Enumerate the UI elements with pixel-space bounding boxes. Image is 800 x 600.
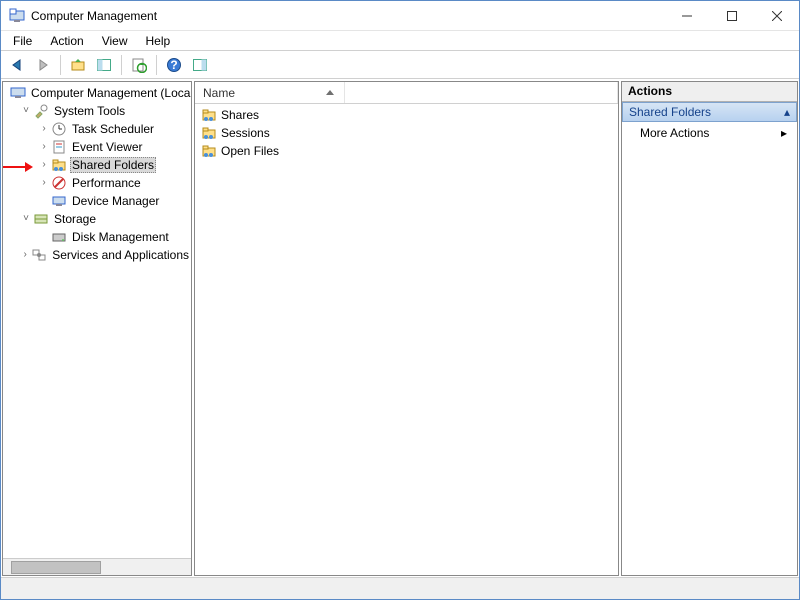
list-item-label: Shares [221, 108, 259, 122]
tree-label: Storage [52, 212, 98, 226]
list-body[interactable]: Shares Sessions Open Files [195, 104, 618, 575]
window-title: Computer Management [31, 9, 157, 23]
content-area: ▾ Computer Management (Local) ˅ System T… [1, 79, 799, 577]
expand-icon[interactable]: › [37, 178, 51, 188]
status-bar [1, 577, 799, 599]
tree-disk-management[interactable]: › Disk Management [3, 228, 191, 246]
toolbar-separator [156, 55, 157, 75]
menu-bar: File Action View Help [1, 31, 799, 51]
device-icon [51, 193, 67, 209]
shared-folder-icon [51, 157, 67, 173]
show-hide-tree-button[interactable] [92, 53, 116, 77]
help-button[interactable]: ? [162, 53, 186, 77]
tree-system-tools[interactable]: ˅ System Tools [3, 102, 191, 120]
forward-button[interactable] [31, 53, 55, 77]
tree-label: Device Manager [70, 194, 161, 208]
actions-section[interactable]: Shared Folders ▴ [622, 102, 797, 122]
shared-folder-icon [201, 143, 217, 159]
actions-more-label: More Actions [640, 126, 709, 140]
tree-root-label: Computer Management (Local) [29, 86, 191, 100]
collapse-icon[interactable]: ˅ [19, 106, 33, 116]
refresh-button[interactable] [127, 53, 151, 77]
tree-device-manager[interactable]: › Device Manager [3, 192, 191, 210]
actions-more[interactable]: More Actions ▸ [622, 122, 797, 144]
tree-pane: ▾ Computer Management (Local) ˅ System T… [2, 81, 192, 576]
collapse-arrow-icon: ▴ [784, 105, 790, 119]
close-button[interactable] [754, 1, 799, 30]
toolbar-separator [60, 55, 61, 75]
menu-action[interactable]: Action [42, 33, 91, 49]
expand-icon[interactable]: › [37, 142, 51, 152]
column-headers: Name [195, 82, 618, 104]
tree-performance[interactable]: › Performance [3, 174, 191, 192]
actions-header: Actions [622, 82, 797, 102]
disk-icon [51, 229, 67, 245]
app-icon [9, 8, 25, 24]
menu-file[interactable]: File [5, 33, 40, 49]
menu-view[interactable]: View [94, 33, 136, 49]
tree-shared-folders[interactable]: › Shared Folders [3, 156, 191, 174]
submenu-arrow-icon: ▸ [781, 126, 787, 140]
tree-label: Shared Folders [70, 157, 156, 173]
list-item-label: Sessions [221, 126, 270, 140]
back-button[interactable] [5, 53, 29, 77]
tree-label: Performance [70, 176, 143, 190]
list-item-sessions[interactable]: Sessions [195, 124, 618, 142]
computer-icon [10, 85, 26, 101]
clock-icon [51, 121, 67, 137]
tree-label: Event Viewer [70, 140, 144, 154]
toolbar-separator [121, 55, 122, 75]
svg-text:?: ? [170, 58, 177, 72]
actions-pane: Actions Shared Folders ▴ More Actions ▸ [621, 81, 798, 576]
up-button[interactable] [66, 53, 90, 77]
actions-section-label: Shared Folders [629, 105, 711, 119]
expand-icon[interactable]: › [37, 160, 51, 170]
tree-label: System Tools [52, 104, 127, 118]
computer-management-window: Computer Management File Action View Hel… [0, 0, 800, 600]
list-pane: Name Shares Sessions Open Files [194, 81, 619, 576]
tree-root[interactable]: ▾ Computer Management (Local) [3, 84, 191, 102]
list-item-shares[interactable]: Shares [195, 106, 618, 124]
tree-services-apps[interactable]: › Services and Applications [3, 246, 191, 264]
services-icon [31, 247, 47, 263]
actions-body: More Actions ▸ [622, 122, 797, 575]
title-bar[interactable]: Computer Management [1, 1, 799, 31]
collapse-icon[interactable]: ˅ [19, 214, 33, 224]
shared-folder-icon [201, 107, 217, 123]
tree-horizontal-scrollbar[interactable] [3, 558, 191, 575]
tools-icon [33, 103, 49, 119]
tree-label: Task Scheduler [70, 122, 156, 136]
tree-storage[interactable]: ˅ Storage [3, 210, 191, 228]
tree-event-viewer[interactable]: › Event Viewer [3, 138, 191, 156]
tree-task-scheduler[interactable]: › Task Scheduler [3, 120, 191, 138]
column-name-label: Name [203, 86, 235, 100]
scrollbar-thumb[interactable] [11, 561, 101, 574]
expand-icon[interactable]: › [37, 124, 51, 134]
column-name[interactable]: Name [195, 82, 345, 103]
event-icon [51, 139, 67, 155]
storage-icon [33, 211, 49, 227]
tree-label: Disk Management [70, 230, 171, 244]
shared-folder-icon [201, 125, 217, 141]
maximize-button[interactable] [709, 1, 754, 30]
performance-icon [51, 175, 67, 191]
list-item-open-files[interactable]: Open Files [195, 142, 618, 160]
toolbar: ? [1, 51, 799, 79]
show-hide-action-pane-button[interactable] [188, 53, 212, 77]
console-tree[interactable]: ▾ Computer Management (Local) ˅ System T… [3, 82, 191, 558]
minimize-button[interactable] [664, 1, 709, 30]
tree-label: Services and Applications [50, 248, 191, 262]
menu-help[interactable]: Help [138, 33, 179, 49]
list-item-label: Open Files [221, 144, 279, 158]
expand-icon[interactable]: › [19, 250, 31, 260]
column-empty[interactable] [345, 82, 618, 103]
